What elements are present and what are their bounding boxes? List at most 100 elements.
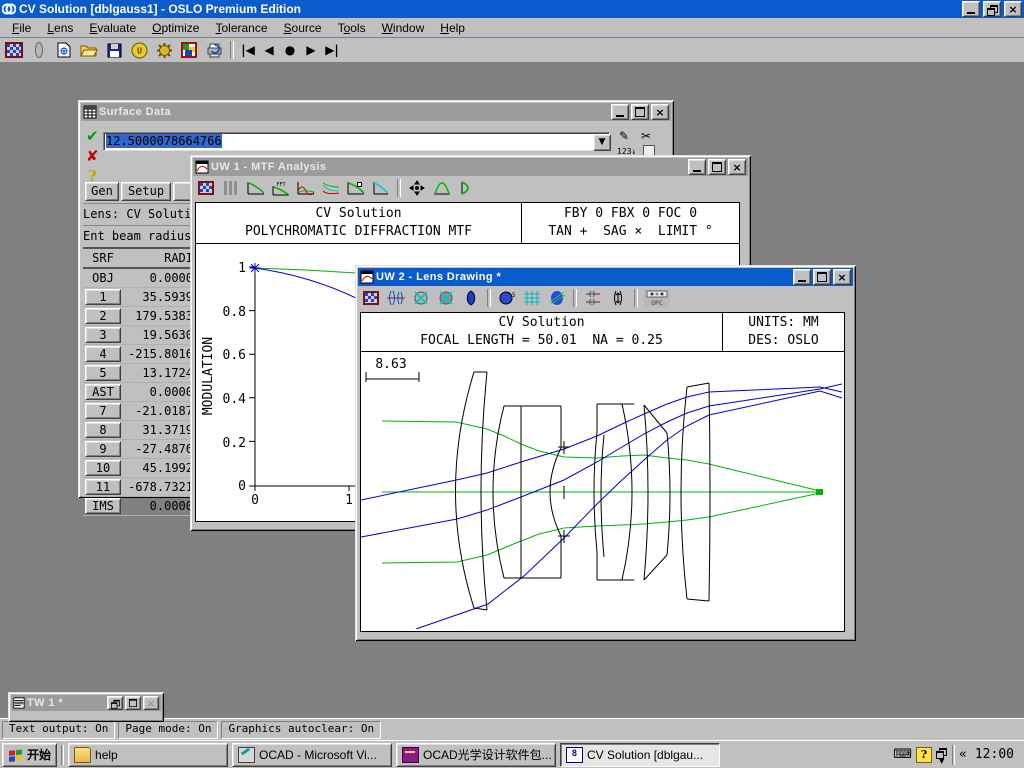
surface-row-button[interactable]: OBJ <box>86 271 120 285</box>
plan-view-icon[interactable]: 5 <box>496 288 518 308</box>
mtf-curve-icon[interactable] <box>245 178 267 198</box>
radius-value[interactable]: 45.1992 <box>123 461 196 475</box>
cut-scissors-icon[interactable]: ✂ <box>641 129 651 143</box>
wavefront-icon[interactable] <box>456 178 478 198</box>
setup-button[interactable]: Setup <box>121 182 171 201</box>
surface-row-button[interactable]: 11 <box>85 479 121 495</box>
surface-row-button[interactable]: IMS <box>85 498 121 514</box>
radius-value[interactable]: 31.3719 <box>123 423 196 437</box>
surface-row-button[interactable]: 10 <box>85 460 121 476</box>
opc-icon[interactable]: OPC <box>643 288 671 308</box>
minimize-button[interactable] <box>688 159 706 175</box>
optimize-gear-icon[interactable] <box>153 40 175 60</box>
solid-lens-icon[interactable] <box>460 288 482 308</box>
vcr-prev-icon[interactable]: ◀ <box>260 43 278 57</box>
element-drawing-icon[interactable] <box>582 288 604 308</box>
tray-collapse-chevrons[interactable]: « <box>959 747 967 762</box>
window-setup-grid-icon[interactable] <box>3 40 25 60</box>
radius-value[interactable]: 0.0000 <box>123 271 196 285</box>
cancel-x-icon[interactable]: ✘ <box>86 147 99 165</box>
value-dropdown-button[interactable]: ▼ <box>593 134 611 151</box>
close-button[interactable]: × <box>1004 1 1022 17</box>
close-button[interactable]: × <box>833 269 851 285</box>
shaded-lens-icon[interactable] <box>546 288 568 308</box>
open-lens-icon[interactable] <box>78 40 100 60</box>
vcr-first-icon[interactable]: |◀ <box>239 43 257 57</box>
minimize-button[interactable] <box>611 104 629 120</box>
radius-value[interactable]: -215.8016 <box>123 347 196 361</box>
menu-item[interactable]: Optimize <box>144 19 207 37</box>
surface-row-button[interactable]: AST <box>85 384 121 400</box>
menu-item[interactable]: Evaluate <box>81 19 144 37</box>
save-lens-icon[interactable] <box>103 40 125 60</box>
lens-drawing-window[interactable]: UW 2 - Lens Drawing * × 5 <box>355 265 856 641</box>
restore-button[interactable] <box>107 696 123 710</box>
zebra-bars-icon[interactable] <box>220 178 242 198</box>
multi-curve-icon[interactable] <box>320 178 342 198</box>
menu-item[interactable]: Tools <box>330 19 374 37</box>
lens-spreadsheet-icon[interactable] <box>178 40 200 60</box>
close-button[interactable]: × <box>143 696 159 710</box>
menu-item[interactable]: Window <box>374 19 433 37</box>
window-setup-grid-icon[interactable] <box>360 288 382 308</box>
surface-row-button[interactable]: 7 <box>85 403 121 419</box>
new-lens-icon[interactable] <box>53 40 75 60</box>
surface-row-button[interactable]: 8 <box>85 422 121 438</box>
value-field[interactable]: 12.5000078664766 <box>103 132 610 151</box>
lens-group-icon[interactable] <box>385 288 407 308</box>
vcr-current-icon[interactable]: ● <box>281 43 299 57</box>
gen-button[interactable]: Gen <box>85 182 119 201</box>
close-button[interactable]: × <box>728 159 746 175</box>
surface-row-button[interactable]: 1 <box>85 289 121 305</box>
radius-value[interactable]: 19.5630 <box>123 328 196 342</box>
radius-value[interactable]: 13.1724 <box>123 366 196 380</box>
menu-item[interactable]: Help <box>432 19 473 37</box>
radius-value[interactable]: 35.5939 <box>123 290 196 304</box>
oslo-coin-icon[interactable]: U <box>128 40 150 60</box>
tray-keyboard-icon[interactable]: ⌨ <box>893 747 912 762</box>
taskbar-task-button[interactable]: CV Solution [dblgau... <box>560 743 720 767</box>
tray-restore-window-icon[interactable]: ▼ <box>936 748 948 762</box>
menu-item[interactable]: Source <box>276 19 330 37</box>
menu-item[interactable]: Lens <box>39 19 81 37</box>
surface-row-button[interactable]: 5 <box>85 365 121 381</box>
maximize-button[interactable] <box>125 696 141 710</box>
square-wave-mtf-icon[interactable] <box>345 178 367 198</box>
fft-mtf-icon[interactable]: FFT <box>270 178 292 198</box>
hide-apertures-icon[interactable] <box>435 288 457 308</box>
minimize-button[interactable] <box>793 269 811 285</box>
window-setup-grid-icon[interactable] <box>195 178 217 198</box>
radius-value[interactable]: -678.7321 <box>123 480 196 494</box>
surface-row-button[interactable]: 9 <box>85 441 121 457</box>
vcr-last-icon[interactable]: ▶| <box>323 43 341 57</box>
print-icon[interactable] <box>203 40 225 60</box>
single-curve-icon[interactable] <box>370 178 392 198</box>
mtf-titlebar[interactable]: UW 1 - MTF Analysis × <box>193 158 748 176</box>
radius-value[interactable]: 0.0000 <box>123 499 196 513</box>
taskbar-task-button[interactable]: OCAD光学设计软件包... <box>396 743 556 767</box>
maximize-button[interactable] <box>631 104 649 120</box>
menu-item[interactable]: File <box>4 19 39 37</box>
radius-value[interactable]: -21.0187 <box>123 404 196 418</box>
radius-value[interactable]: 0.0000 <box>123 385 196 399</box>
zoom-lens-icon[interactable] <box>607 288 629 308</box>
taskbar-task-button[interactable]: OCAD - Microsoft Vi... <box>232 743 392 767</box>
menu-item[interactable]: Tolerance <box>207 19 275 37</box>
radius-value[interactable]: -27.4876 <box>123 442 196 456</box>
hide-rays-icon[interactable] <box>410 288 432 308</box>
slider-icon[interactable] <box>28 40 50 60</box>
psf-icon[interactable] <box>431 178 453 198</box>
surface-row-button[interactable]: 2 <box>85 308 121 324</box>
taskbar-task-button[interactable]: help <box>68 743 228 767</box>
surface-data-titlebar[interactable]: Surface Data × <box>81 103 671 121</box>
through-focus-mtf-icon[interactable] <box>295 178 317 198</box>
surface-row-button[interactable]: 3 <box>85 327 121 343</box>
tray-help-question-icon[interactable]: ? <box>916 747 932 763</box>
minimized-text-window[interactable]: TW 1 * × <box>8 692 164 722</box>
wireframe-lens-icon[interactable] <box>521 288 543 308</box>
tray-clock[interactable]: 12:00 <box>971 747 1022 762</box>
radius-value[interactable]: 179.5383 <box>123 309 196 323</box>
accept-check-icon[interactable]: ✔ <box>86 127 99 145</box>
vcr-next-icon[interactable]: ▶ <box>302 43 320 57</box>
restore-button[interactable] <box>983 1 1001 17</box>
